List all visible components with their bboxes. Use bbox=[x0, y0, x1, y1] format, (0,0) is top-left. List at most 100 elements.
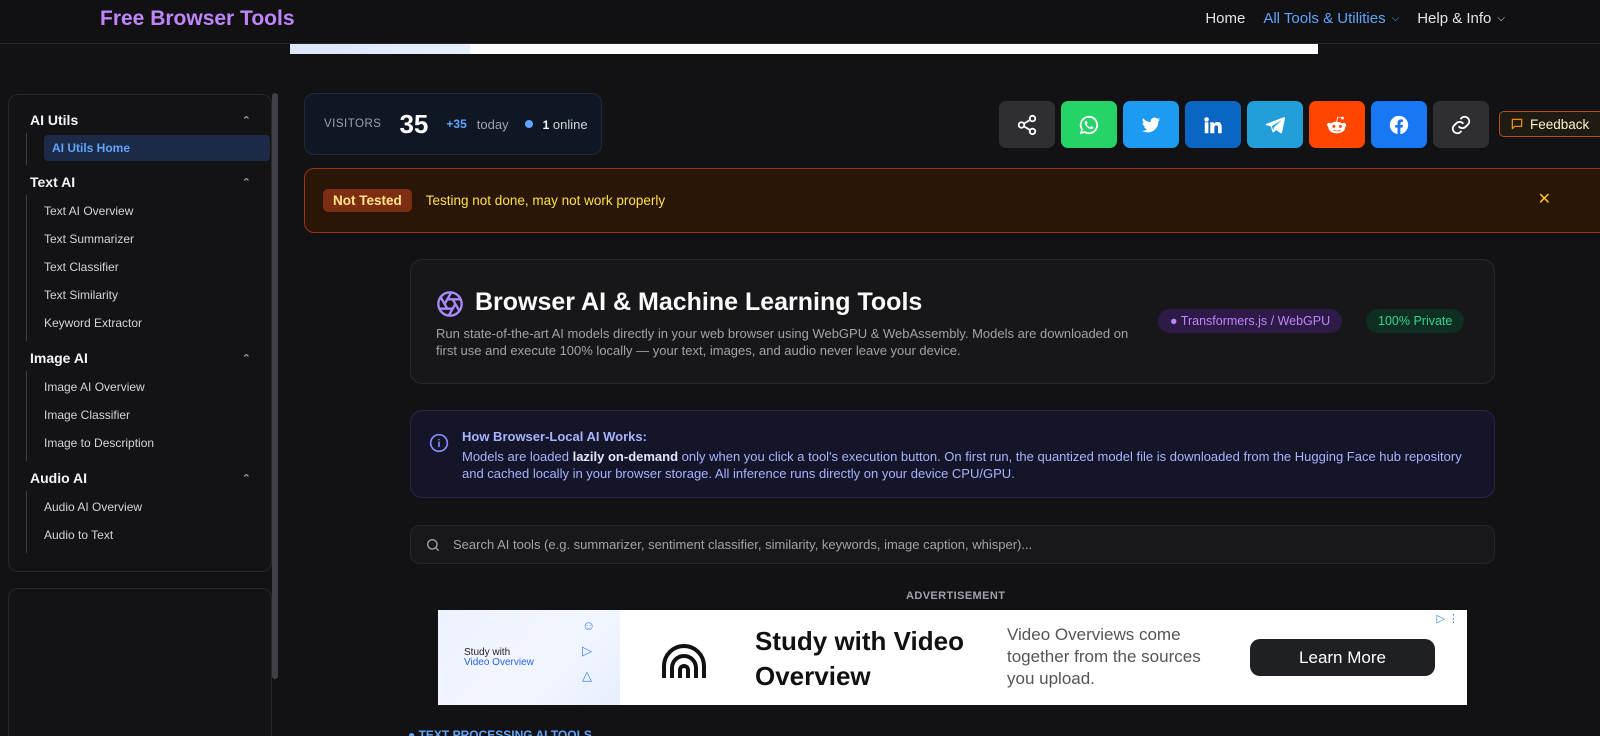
sidebar-item-image-ai-overview[interactable]: Image AI Overview bbox=[27, 373, 271, 401]
reddit-icon bbox=[1327, 116, 1347, 133]
chevron-up-icon: ⌃ bbox=[241, 352, 251, 365]
sidebar-group-items: Audio AI Overview Audio to Text bbox=[26, 491, 271, 553]
sidebar-group-title: Image AI bbox=[30, 350, 88, 366]
copy-link-button[interactable] bbox=[1433, 101, 1489, 148]
nav-links: Home All Tools & Utilities ⌵ Help & Info ⌵ bbox=[1205, 10, 1505, 27]
link-icon bbox=[1451, 115, 1471, 134]
page-title: Browser AI & Machine Learning Tools bbox=[475, 288, 923, 316]
nav-help[interactable]: Help & Info ⌵ bbox=[1417, 10, 1505, 27]
visitors-today-count: +35 bbox=[446, 117, 467, 131]
feedback-button[interactable]: Feedback bbox=[1499, 111, 1600, 137]
ad-thumb-line: Video Overview bbox=[464, 657, 534, 668]
share-buttons bbox=[999, 101, 1489, 148]
sidebar-group-title: Audio AI bbox=[30, 470, 88, 486]
graduation-cap-icon: △ bbox=[582, 668, 592, 683]
info-body: Models are loaded lazily on-demand only … bbox=[462, 448, 1462, 482]
sidebar-item-text-ai-overview[interactable]: Text AI Overview bbox=[27, 197, 271, 225]
top-navbar: Free Browser Tools Home All Tools & Util… bbox=[0, 0, 1600, 44]
sidebar-item-image-classifier[interactable]: Image Classifier bbox=[27, 401, 271, 429]
sidebar-group-ai-utils[interactable]: AI Utils ⌃ bbox=[9, 107, 271, 133]
share-button[interactable] bbox=[999, 101, 1055, 148]
sidebar-scrollbar[interactable] bbox=[272, 93, 278, 679]
chevron-up-icon: ⌃ bbox=[241, 472, 251, 485]
ad-headline: Study with Video Overview bbox=[755, 626, 964, 691]
chevron-down-icon: ⌵ bbox=[1497, 13, 1505, 24]
advertisement-banner[interactable]: Study with Video Overview ☺ ▷ △ Study wit… bbox=[438, 610, 1467, 705]
telegram-icon bbox=[1265, 116, 1286, 133]
play-icon: ▷ bbox=[582, 643, 592, 658]
sidebar-item-keyword-extractor[interactable]: Keyword Extractor bbox=[27, 309, 271, 337]
facebook-share-button[interactable] bbox=[1371, 101, 1427, 148]
sidebar-item-audio-to-text[interactable]: Audio to Text bbox=[27, 521, 271, 549]
info-body-emphasis: lazily on-demand bbox=[572, 449, 679, 464]
sidebar-group-items: Image AI Overview Image Classifier Image… bbox=[26, 371, 271, 461]
twitter-share-button[interactable] bbox=[1123, 101, 1179, 148]
ad-subtext: Video Overviews come together from the s… bbox=[1007, 625, 1201, 688]
sidebar-group-title: Text AI bbox=[30, 174, 76, 190]
nav-all-tools[interactable]: All Tools & Utilities ⌵ bbox=[1263, 10, 1399, 27]
message-icon bbox=[1511, 118, 1523, 130]
top-ad-image bbox=[290, 44, 470, 54]
advertisement-label: ADVERTISEMENT bbox=[906, 590, 1006, 602]
search-icon bbox=[427, 539, 439, 551]
nav-home[interactable]: Home bbox=[1205, 10, 1245, 27]
sidebar-ad-slot bbox=[8, 588, 272, 736]
sidebar-group-items: AI Utils Home bbox=[26, 133, 271, 165]
telegram-share-button[interactable] bbox=[1247, 101, 1303, 148]
sidebar-group-text-ai[interactable]: Text AI ⌃ bbox=[9, 169, 271, 195]
visitor-counter: VISITORS 35 +35 today 1 online bbox=[304, 93, 602, 155]
twitter-icon bbox=[1141, 117, 1161, 132]
privacy-badge: 100% Private bbox=[1366, 309, 1465, 333]
visitors-label: VISITORS bbox=[324, 118, 382, 130]
notebook-logo-icon bbox=[662, 644, 706, 678]
whatsapp-share-button[interactable] bbox=[1061, 101, 1117, 148]
aperture-icon bbox=[437, 291, 463, 317]
sidebar-item-ai-utils-home[interactable]: AI Utils Home bbox=[44, 135, 270, 161]
ad-thumbnail-text: Study with Video Overview bbox=[464, 648, 534, 668]
close-icon[interactable]: ✕ bbox=[1538, 189, 1551, 209]
nav-home-label: Home bbox=[1205, 10, 1246, 27]
brand-logo[interactable]: Free Browser Tools bbox=[100, 7, 295, 31]
chevron-down-icon: ⌵ bbox=[1391, 13, 1400, 24]
feedback-label: Feedback bbox=[1530, 116, 1590, 132]
sidebar-group-title: AI Utils bbox=[30, 112, 79, 128]
chevron-up-icon: ⌃ bbox=[241, 176, 251, 189]
ad-choices-icon[interactable]: ▷ ⋮ bbox=[1436, 612, 1459, 625]
whatsapp-icon bbox=[1079, 115, 1099, 134]
linkedin-icon bbox=[1204, 116, 1222, 133]
add-person-icon: ☺ bbox=[582, 618, 596, 633]
sidebar-item-audio-ai-overview[interactable]: Audio AI Overview bbox=[27, 493, 271, 521]
hero-card: Browser AI & Machine Learning Tools Run … bbox=[410, 259, 1495, 384]
reddit-share-button[interactable] bbox=[1309, 101, 1365, 148]
visitors-count: 35 bbox=[399, 108, 429, 139]
status-badge: Not Tested bbox=[323, 189, 412, 212]
facebook-icon bbox=[1389, 115, 1409, 134]
info-box: How Browser-Local AI Works: Models are l… bbox=[410, 410, 1495, 498]
not-tested-warning: Not Tested Testing not done, may not wor… bbox=[304, 168, 1600, 233]
sidebar-group-audio-ai[interactable]: Audio AI ⌃ bbox=[9, 465, 271, 491]
page-description: Run state-of-the-art AI models directly … bbox=[436, 326, 1129, 358]
info-icon bbox=[429, 433, 449, 453]
sidebar-group-image-ai[interactable]: Image AI ⌃ bbox=[9, 345, 271, 371]
visitors-today-label: today bbox=[476, 116, 509, 132]
nav-all-tools-label: All Tools & Utilities bbox=[1263, 10, 1386, 27]
search-input[interactable] bbox=[453, 526, 1473, 563]
learn-more-button[interactable]: Learn More bbox=[1250, 639, 1435, 676]
ad-thumbnail: Study with Video Overview ☺ ▷ △ bbox=[438, 610, 620, 705]
section-heading: ● TEXT PROCESSING AI TOOLS bbox=[408, 728, 592, 736]
info-title: How Browser-Local AI Works: bbox=[462, 429, 647, 444]
info-body-text: Models are loaded bbox=[462, 449, 573, 464]
sidebar-group-items: Text AI Overview Text Summarizer Text Cl… bbox=[26, 195, 271, 341]
sidebar-item-text-similarity[interactable]: Text Similarity bbox=[27, 281, 271, 309]
nav-help-label: Help & Info bbox=[1417, 10, 1492, 27]
sidebar-item-text-summarizer[interactable]: Text Summarizer bbox=[27, 225, 271, 253]
search-bar bbox=[410, 525, 1495, 564]
online-dot-icon bbox=[524, 120, 533, 128]
linkedin-share-button[interactable] bbox=[1185, 101, 1241, 148]
sidebar-item-image-to-description[interactable]: Image to Description bbox=[27, 429, 271, 457]
warning-text: Testing not done, may not work properly bbox=[425, 193, 666, 208]
tech-badge: ● Transformers.js / WebGPU bbox=[1158, 309, 1343, 333]
sidebar-item-text-classifier[interactable]: Text Classifier bbox=[27, 253, 271, 281]
share-icon bbox=[1017, 114, 1037, 135]
chevron-up-icon: ⌃ bbox=[241, 114, 251, 127]
